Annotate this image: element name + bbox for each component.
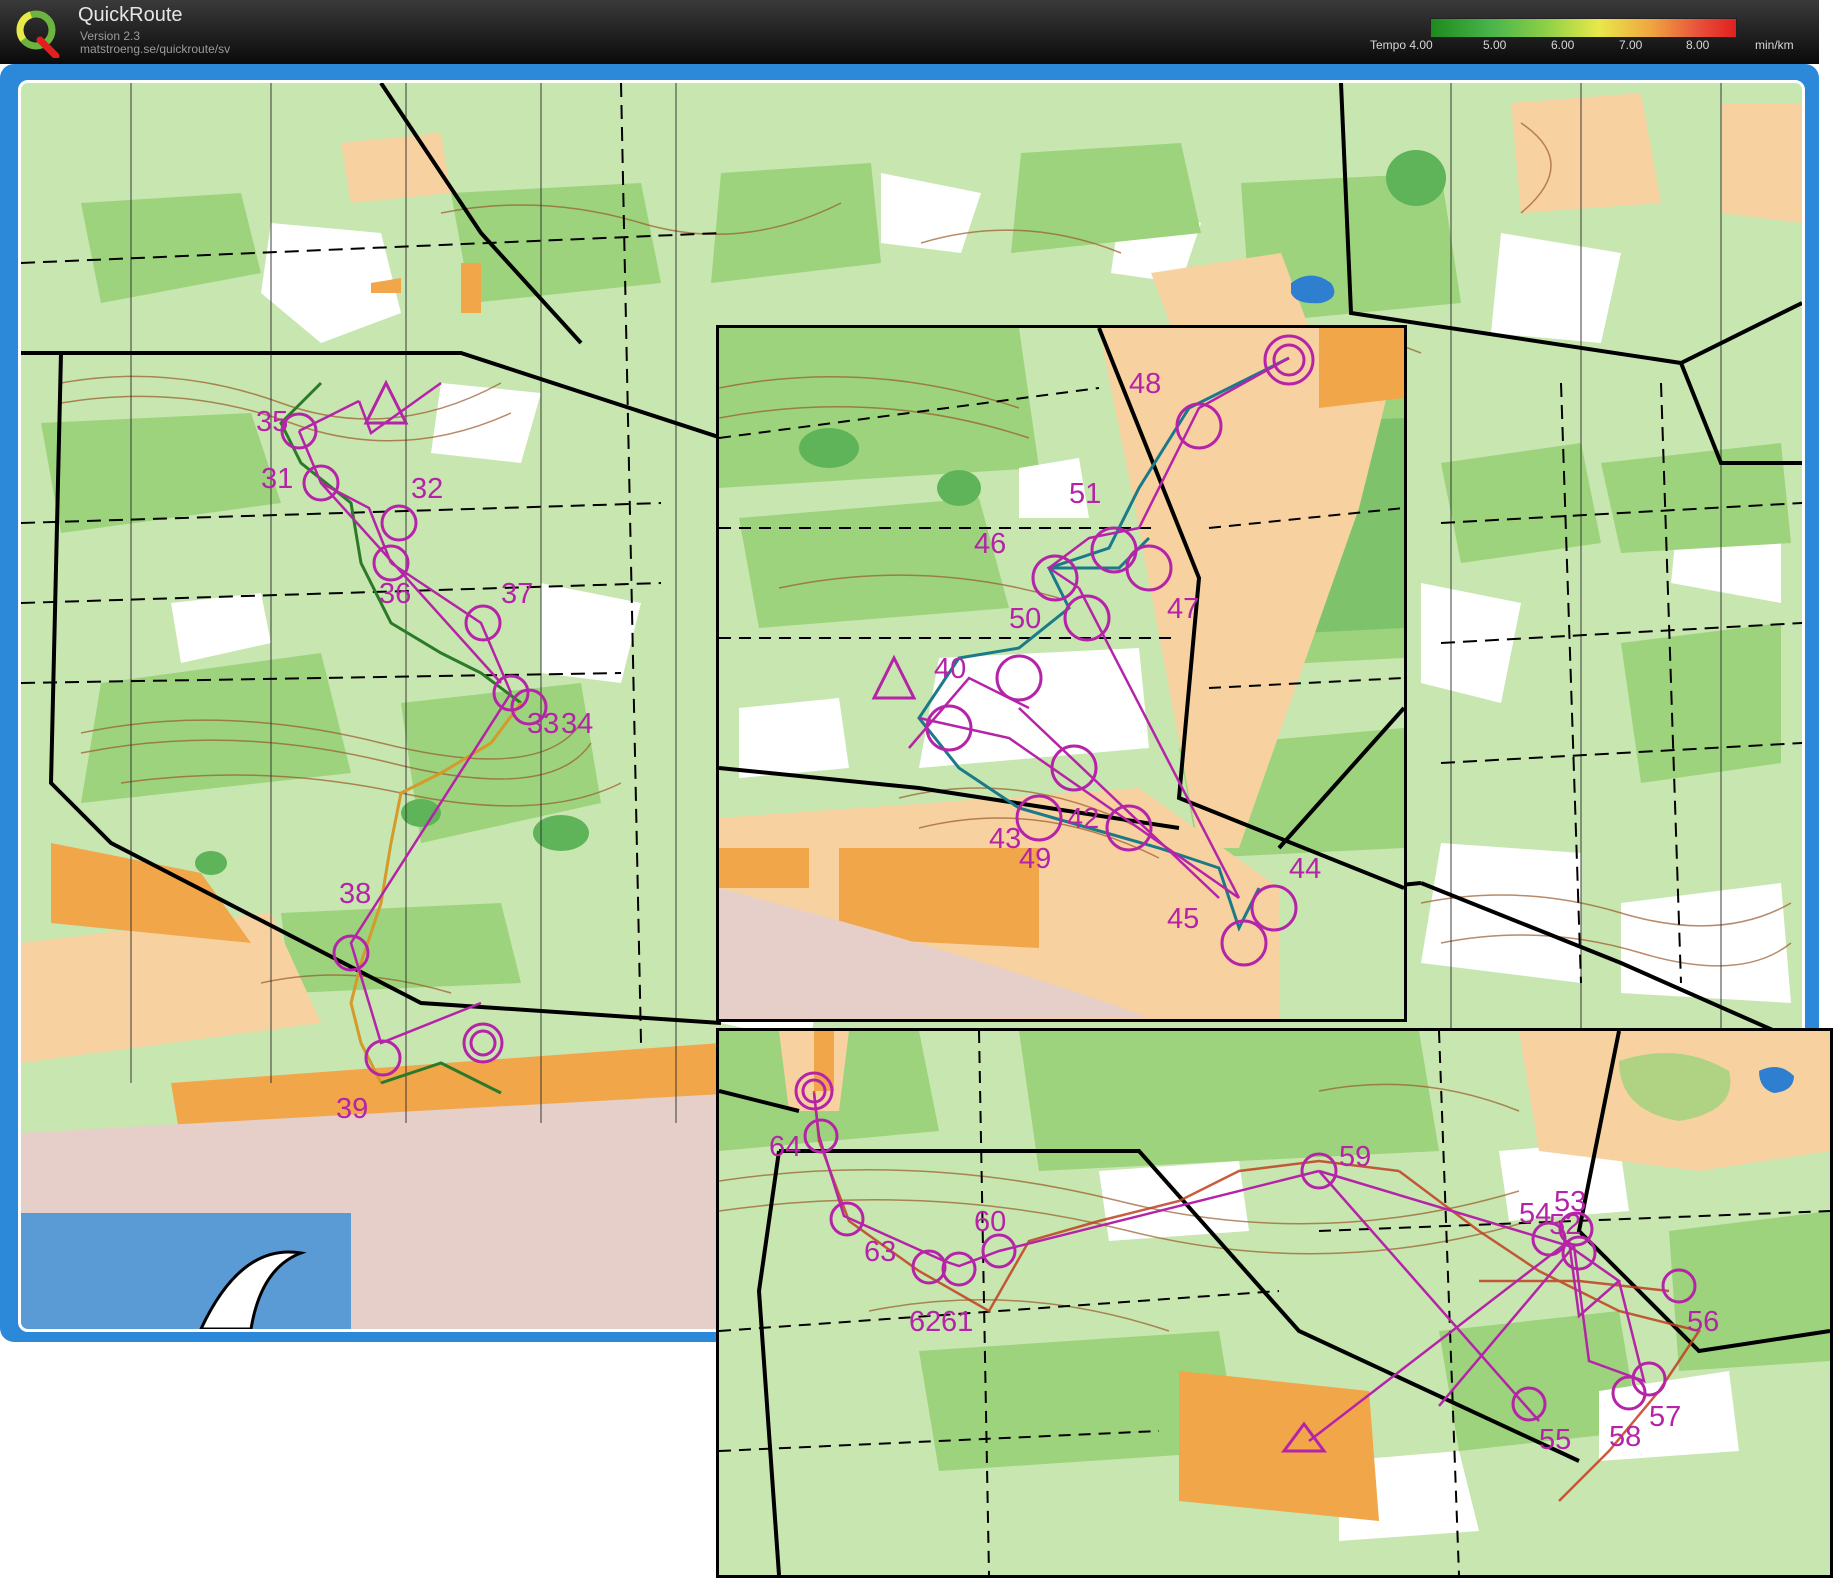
control-label: 42 (1067, 803, 1099, 835)
control-label: 57 (1649, 1401, 1681, 1433)
control-label: 47 (1167, 593, 1199, 625)
tempo-color-scale (1430, 18, 1737, 38)
control-label: 59 (1339, 1141, 1371, 1173)
control-label: 44 (1289, 853, 1321, 885)
control-label: 58 (1609, 1421, 1641, 1453)
control-label: 33 (527, 708, 559, 740)
tempo-unit: min/km (1755, 38, 1794, 52)
control-label: 50 (1009, 603, 1041, 635)
title-bar: Q QuickRoute Version 2.3 matstroeng.se/q… (0, 0, 1819, 64)
control-label: 35 (256, 406, 288, 438)
control-label: 48 (1129, 368, 1161, 400)
tempo-tick-7: 7.00 (1619, 38, 1643, 52)
map-inset-1[interactable]: 48 51 46 47 50 40 42 43 49 44 45 (716, 325, 1407, 1022)
map-inset-2[interactable]: 64 59 60 63 62 61 54 53 52 56 55 57 58 (716, 1028, 1833, 1578)
control-label: 43 (989, 823, 1021, 855)
inset-1-map[interactable]: 48 51 46 47 50 40 42 43 49 44 45 (719, 328, 1404, 1019)
app-url: matstroeng.se/quickroute/sv (80, 42, 231, 56)
tempo-label: Tempo 4.00 (1370, 38, 1433, 52)
tempo-tick-5: 5.00 (1483, 38, 1507, 52)
control-label: 62 (909, 1306, 941, 1338)
control-label: 34 (561, 708, 593, 740)
control-label: 46 (974, 528, 1006, 560)
control-label: 37 (501, 578, 533, 610)
control-label: 52 (1549, 1209, 1581, 1241)
control-label: 45 (1167, 903, 1199, 935)
control-label: 55 (1539, 1424, 1571, 1456)
tempo-tick-6: 6.00 (1551, 38, 1575, 52)
control-label: 40 (934, 653, 966, 685)
control-label: 39 (336, 1093, 368, 1125)
control-label: 51 (1069, 478, 1101, 510)
inset-2-map[interactable]: 64 59 60 63 62 61 54 53 52 56 55 57 58 (719, 1031, 1830, 1575)
app-title: QuickRoute (78, 4, 183, 26)
control-label: 49 (1019, 843, 1051, 875)
control-label: 64 (769, 1131, 801, 1163)
control-label: 56 (1687, 1306, 1719, 1338)
control-label: 60 (974, 1206, 1006, 1238)
control-label: 31 (261, 463, 293, 495)
app-version: Version 2.3 (80, 29, 141, 43)
quickroute-logo-icon: Q (16, 10, 60, 58)
control-label: 32 (411, 473, 443, 505)
control-label: 54 (1519, 1198, 1551, 1230)
control-label: 38 (339, 878, 371, 910)
control-label: 36 (379, 578, 411, 610)
control-label: 61 (941, 1306, 973, 1338)
tempo-tick-8: 8.00 (1686, 38, 1710, 52)
control-label: 63 (864, 1236, 896, 1268)
